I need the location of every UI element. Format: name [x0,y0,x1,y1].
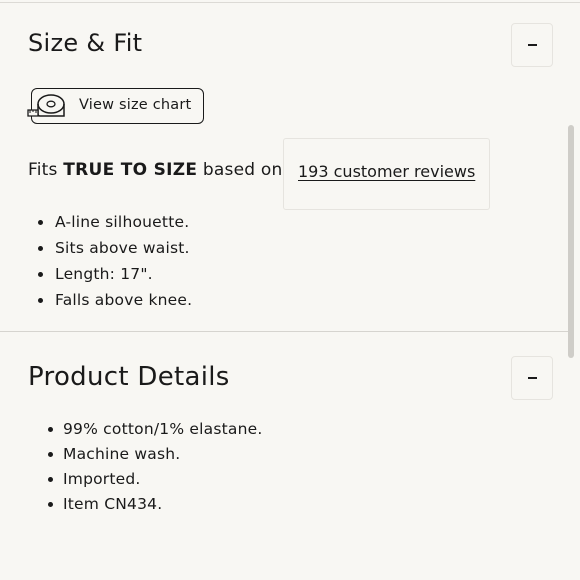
list-item: Sits above waist. [37,235,192,261]
fit-suffix: based on [202,160,283,180]
section-divider [0,331,570,332]
customer-reviews-link[interactable]: 193 customer reviews [298,162,475,181]
reviews-link-container[interactable]: 193 customer reviews [283,138,490,210]
list-item: Imported. [47,467,262,492]
size-fit-list: A-line silhouette. Sits above waist. Len… [37,209,192,313]
product-info-panel: Size & Fit View size chart Fits TRUE TO … [0,0,580,580]
product-details-title: Product Details [28,362,230,392]
product-details-list: 99% cotton/1% elastane. Machine wash. Im… [47,417,262,517]
fit-prefix: Fits [28,160,58,180]
list-item: Falls above knee. [37,287,192,313]
list-item: Length: 17". [37,261,192,287]
list-item: 99% cotton/1% elastane. [47,417,262,442]
fit-summary: Fits TRUE TO SIZE based on [28,160,282,180]
list-item: A-line silhouette. [37,209,192,235]
top-divider [0,2,580,3]
list-item: Item CN434. [47,492,262,517]
size-fit-title: Size & Fit [28,29,143,57]
product-details-collapse-button[interactable] [511,356,553,400]
minus-icon [527,377,537,379]
measuring-tape-icon [27,94,65,117]
minus-icon [527,44,537,46]
list-item: Machine wash. [47,442,262,467]
view-size-chart-button[interactable]: View size chart [27,88,204,124]
view-size-chart-label: View size chart [79,97,192,113]
fit-emphasis: TRUE TO SIZE [63,160,198,180]
size-fit-collapse-button[interactable] [511,23,553,67]
scrollbar-thumb[interactable] [568,125,574,358]
